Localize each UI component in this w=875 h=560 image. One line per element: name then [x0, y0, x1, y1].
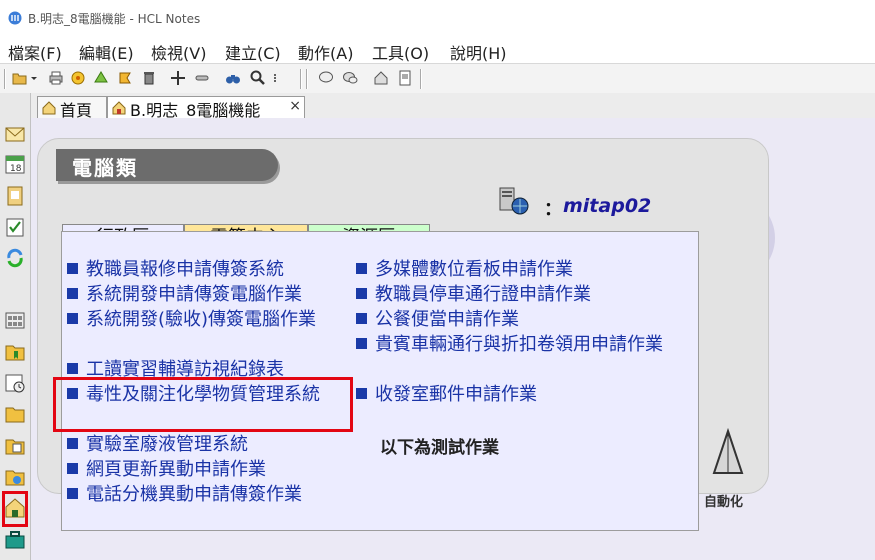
bullet-icon: [356, 388, 367, 399]
title-bar: B.明志_8電腦機能 - HCL Notes: [0, 0, 875, 36]
menu-file[interactable]: 檔案(F): [8, 40, 62, 64]
todo-icon[interactable]: [4, 216, 26, 238]
list-item-label: 多媒體數位看板申請作業: [375, 259, 573, 280]
test-section-label: 以下為測試作業: [380, 438, 499, 458]
list-item[interactable]: 電話分機異動申請傳簽作業: [67, 483, 357, 506]
list-item[interactable]: 網頁更新異動申請作業: [67, 458, 353, 481]
navigate-icon[interactable]: [93, 70, 109, 86]
menu-view[interactable]: 檢視(V): [151, 40, 206, 64]
tab-home[interactable]: 首頁: [37, 96, 107, 120]
web-folder-icon[interactable]: [4, 466, 26, 488]
bullet-icon: [67, 463, 78, 474]
magnifier-icon[interactable]: [250, 70, 266, 86]
replication-icon[interactable]: [4, 247, 26, 269]
bullet-icon: [67, 488, 78, 499]
window-title: B.明志_8電腦機能 - HCL Notes: [28, 12, 201, 26]
bullet-icon: [67, 438, 78, 449]
database-icon: [112, 101, 126, 115]
user-colon: ：: [544, 199, 562, 220]
mail-icon[interactable]: [4, 123, 26, 145]
menu-edit[interactable]: 編輯(E): [79, 40, 134, 64]
tab-strip: 首頁 B.明志_8電腦機能 ×: [31, 93, 875, 120]
toolbar-separator: [420, 69, 422, 89]
list-item[interactable]: 教職員報修申請傳簽系統: [67, 258, 353, 281]
bullet-icon: [67, 313, 78, 324]
menu-bar: 檔案(F) 編輯(E) 檢視(V) 建立(C) 動作(A) 工具(O) 說明(H…: [0, 36, 875, 63]
folder-icon[interactable]: [4, 403, 26, 425]
close-tab-icon[interactable]: ×: [289, 98, 301, 114]
automation-label: 自動化: [704, 495, 744, 510]
bullet-icon: [67, 288, 78, 299]
link-icon[interactable]: [194, 70, 210, 86]
list-item[interactable]: 實驗室廢液管理系統: [67, 433, 353, 456]
list-item-label: 收發室郵件申請作業: [375, 384, 537, 405]
move-icon[interactable]: [170, 70, 186, 86]
toolbar-separator: [300, 69, 302, 89]
list-item[interactable]: 多媒體數位看板申請作業: [356, 258, 676, 281]
history-icon[interactable]: [4, 372, 26, 394]
toolbar-separator: [4, 69, 6, 89]
home-icon[interactable]: [373, 70, 389, 86]
bookmark-bar: 18: [0, 93, 31, 560]
chat-icon[interactable]: [318, 70, 334, 86]
list-item[interactable]: 系統開發申請傳簽電腦作業: [67, 283, 357, 306]
list-item[interactable]: 貴賓車輛通行與折扣卷領用申請作業: [356, 333, 686, 356]
more-icon[interactable]: [272, 70, 278, 86]
list-item-label: 電話分機異動申請傳簽作業: [86, 484, 302, 505]
tab-computer-functions[interactable]: B.明志_8電腦機能 ×: [107, 96, 305, 120]
bullet-icon: [67, 263, 78, 274]
bullet-icon: [356, 288, 367, 299]
sidebar-highlight-box: [2, 491, 28, 527]
menu-actions[interactable]: 動作(A): [298, 40, 353, 64]
dropdown-arrow-icon[interactable]: [30, 70, 38, 86]
list-item[interactable]: 收發室郵件申請作業: [356, 383, 676, 406]
list-item[interactable]: 系統開發(驗收)傳簽電腦作業: [67, 308, 353, 331]
bookmark-icon[interactable]: [117, 70, 133, 86]
bullet-icon: [356, 338, 367, 349]
panel-title: 電腦類: [72, 156, 138, 180]
highlight-box: [53, 377, 353, 432]
print-icon[interactable]: [48, 70, 64, 86]
list-item-label: 網頁更新異動申請作業: [86, 459, 266, 480]
list-item-label: 貴賓車輛通行與折扣卷領用申請作業: [375, 334, 663, 355]
toolbar: [0, 63, 875, 95]
bullet-icon: [67, 363, 78, 374]
calendar-icon[interactable]: 18: [4, 153, 26, 175]
list-item-label: 系統開發申請傳簽電腦作業: [86, 284, 302, 305]
content-area: 電腦類 ： mitap02 自動化 行政區 電算中心 資源區 教職員報修申請傳簽…: [31, 118, 875, 560]
open-folder-icon[interactable]: [12, 70, 28, 86]
svg-text:18: 18: [10, 164, 22, 174]
toolbar-separator: [306, 69, 308, 89]
contacts-icon[interactable]: [4, 185, 26, 207]
list-item-label: 系統開發(驗收)傳簽電腦作業: [86, 309, 317, 330]
list-item-label: 公餐便當申請作業: [375, 309, 519, 330]
decorative-figure-icon: [712, 427, 744, 474]
panel-header: 電腦類: [56, 149, 278, 181]
list-item[interactable]: 公餐便當申請作業: [356, 308, 676, 331]
database-folder-icon[interactable]: [4, 435, 26, 457]
applications-icon[interactable]: [4, 309, 26, 331]
user-server-icon: [499, 187, 529, 215]
home-icon: [42, 101, 56, 115]
trash-icon[interactable]: [141, 70, 157, 86]
list-item-label: 實驗室廢液管理系統: [86, 434, 248, 455]
list-item-label: 教職員停車通行證申請作業: [375, 284, 591, 305]
list-item-label: 教職員報修申請傳簽系統: [86, 259, 284, 280]
hcl-notes-app-icon: [8, 11, 22, 25]
bookmark-folder-icon[interactable]: [4, 341, 26, 363]
discussion-icon[interactable]: [342, 70, 358, 86]
menu-help[interactable]: 說明(H): [450, 40, 507, 64]
toolbox-icon[interactable]: [4, 529, 26, 551]
document-icon[interactable]: [397, 70, 413, 86]
bullet-icon: [356, 313, 367, 324]
user-name: mitap02: [563, 195, 652, 217]
bullet-icon: [356, 263, 367, 274]
binoculars-icon[interactable]: [225, 70, 241, 86]
menu-create[interactable]: 建立(C): [225, 40, 281, 64]
list-item[interactable]: 教職員停車通行證申請作業: [356, 283, 676, 306]
replicate-icon[interactable]: [70, 70, 86, 86]
menu-tools[interactable]: 工具(O): [372, 40, 429, 64]
